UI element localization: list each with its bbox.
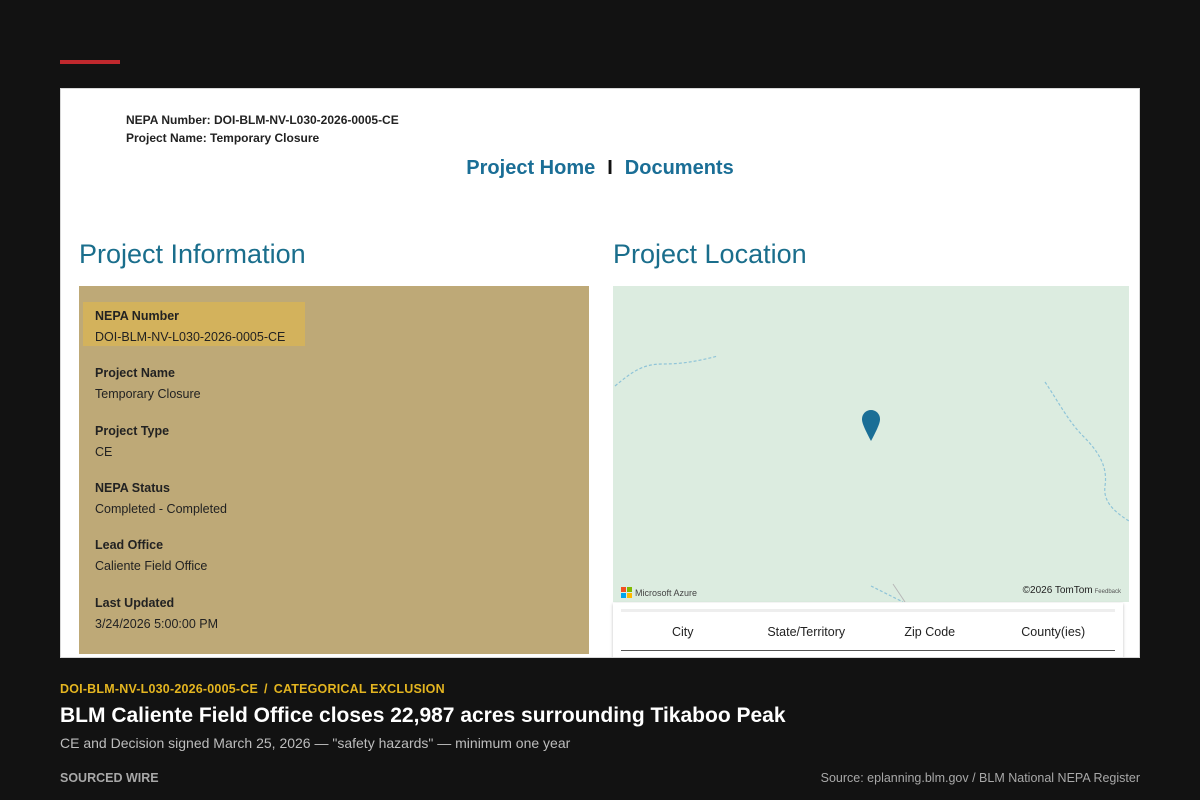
field-label: Project Type [95,424,170,438]
header-meta: NEPA Number: DOI-BLM-NV-L030-2026-0005-C… [126,111,399,147]
project-information-panel: NEPA Number DOI-BLM-NV-L030-2026-0005-CE… [79,286,589,654]
column-header-county: County(ies) [1021,625,1086,639]
field-value: DOI-BLM-NV-L030-2026-0005-CE [95,330,286,344]
field-value: Caliente Field Office [95,559,208,573]
screenshot-frame: NEPA Number: DOI-BLM-NV-L030-2026-0005-C… [60,88,1140,658]
map-provider-attribution: Microsoft Azure [621,587,697,598]
map-pin-icon[interactable] [862,410,880,441]
field-project-type: Project Type CE [95,423,169,460]
column-header-zip: Zip Code [904,625,956,639]
caption-headline: BLM Caliente Field Office closes 22,987 … [60,704,786,727]
field-value: CE [95,445,113,459]
map-copyright-label: ©2026 TomTom [1022,585,1093,596]
field-lead-office: Lead Office Caliente Field Office [95,537,207,574]
map-provider-label: Microsoft Azure [635,587,698,598]
accent-bar [60,60,120,64]
map-copyright: ©2026 TomTom Feedback [1023,585,1121,596]
field-value: Completed - Completed [95,502,228,516]
field-value: 3/24/2026 5:00:00 PM [95,617,219,631]
field-project-name: Project Name Temporary Closure [95,365,201,402]
map-stream [614,355,719,387]
location-table: City State/Territory Zip Code County(ies… [613,603,1123,657]
column-header-state: State/Territory [767,625,846,639]
documents-link[interactable]: Documents [625,157,734,179]
field-label: NEPA Status [95,481,171,495]
table-header-rule [621,650,1115,651]
field-nepa-number: NEPA Number DOI-BLM-NV-L030-2026-0005-CE [95,308,285,345]
field-label: Lead Office [95,538,164,552]
brand-label: SOURCED WIRE [60,771,159,785]
field-label: NEPA Number [95,309,180,323]
field-label: Project Name [95,366,175,380]
caption-kicker: DOI-BLM-NV-L030-2026-0005-CE / CATEGORICAL… [60,682,445,696]
map-stream [870,585,904,602]
column-header-city: City [671,625,694,639]
nepa-number-line: NEPA Number: DOI-BLM-NV-L030-2026-0005-C… [126,113,399,127]
map-road [892,583,906,602]
field-last-updated: Last Updated 3/24/2026 5:00:00 PM [95,595,218,632]
field-nepa-status: NEPA Status Completed - Completed [95,480,227,517]
source-credit: Source: eplanning.blm.gov / BLM National… [820,771,1140,785]
kicker-id: DOI-BLM-NV-L030-2026-0005-CE [60,682,259,696]
map-stream [1044,381,1129,522]
nav-separator: I [607,157,613,179]
field-value: Temporary Closure [95,387,201,401]
table-header-row: City State/Territory Zip Code County(ies… [621,625,1115,639]
table-scroll-track [621,609,1115,612]
microsoft-logo-icon [621,587,632,598]
kicker-separator: / [264,682,268,696]
project-location-heading: Project Location [613,239,807,269]
project-name-line: Project Name: Temporary Closure [126,131,320,145]
project-location-map[interactable]: Microsoft Azure ©2026 TomTom Feedback [613,286,1129,602]
project-home-link[interactable]: Project Home [466,157,595,179]
kicker-type: CATEGORICAL EXCLUSION [273,682,445,696]
map-feedback-link[interactable]: Feedback [1095,589,1121,595]
project-information-heading: Project Information [79,239,306,269]
map-canvas [614,355,1129,602]
caption-subhead: CE and Decision signed March 25, 2026 — … [60,735,571,751]
project-nav: Project Home I Documents [61,157,1139,180]
field-label: Last Updated [95,596,175,610]
